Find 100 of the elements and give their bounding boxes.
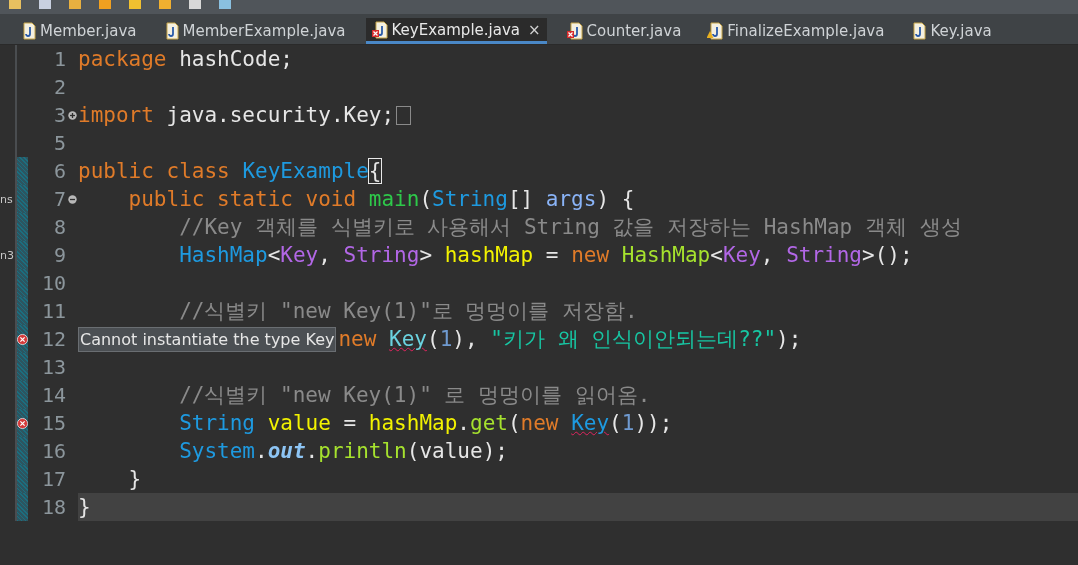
code-token: Key (389, 327, 427, 351)
code-token: "키가 왜 인식이안되는데??" (490, 326, 777, 353)
code-token: < (710, 243, 723, 267)
code-token: >(); (862, 243, 913, 267)
code-token: , (760, 243, 775, 267)
collapse-icon[interactable] (67, 194, 77, 204)
code-token: Key (722, 243, 761, 267)
code-token: println (318, 439, 407, 463)
editor-tab[interactable]: MemberExample.java (156, 18, 352, 44)
code-token: ( (507, 411, 521, 435)
code-token: //식별키 "new Key(1)"로 멍멍이를 저장함. (178, 298, 638, 325)
toolbar-tool-icon[interactable] (98, 0, 114, 10)
editor-tab[interactable]: Counter.java (560, 18, 688, 44)
code-token: = (342, 411, 358, 435)
toolbar-tool-icon[interactable] (8, 0, 24, 10)
toolbar-tool-icon[interactable] (158, 0, 174, 10)
code-token: String (178, 411, 256, 435)
code-token: get (470, 411, 508, 435)
line-number: 17 (40, 467, 66, 491)
code-token: HashMap (178, 243, 268, 267)
code-token: new (520, 411, 560, 435)
code-token: ) { (596, 187, 635, 211)
toolbar-tool-icon[interactable] (38, 0, 54, 10)
code-token: new (338, 327, 378, 351)
code-token: package (78, 47, 168, 71)
code-token: new (571, 243, 611, 267)
code-token: hashMap (368, 411, 458, 435)
code-token: String (343, 243, 420, 267)
code-token: KeyExample (242, 159, 369, 183)
code-token: (value); (406, 439, 508, 463)
line-number: 3 (52, 103, 66, 127)
editor-tab[interactable]: Member.java (14, 18, 143, 44)
java-file-error-icon (566, 22, 583, 40)
line-number: 16 (40, 439, 66, 463)
code-token: public static void (127, 187, 358, 211)
code-token: < (267, 243, 281, 267)
code-token: ), (452, 327, 479, 351)
code-token: . (457, 411, 470, 435)
code-token: HashMap (621, 243, 711, 267)
code-token: , (318, 243, 332, 267)
toolbar-tool-icon[interactable] (188, 0, 204, 10)
code-token: [] (507, 187, 535, 211)
code-token: hashCode; (179, 47, 293, 71)
toolbar-tool-icon[interactable] (218, 0, 234, 10)
line-number: 12 (40, 327, 66, 351)
line-number: 7 (52, 187, 66, 211)
toolbar-tool-icon[interactable] (128, 0, 144, 10)
code-token: 1 (439, 327, 453, 351)
editor-tab[interactable]: FinalizeExample.java (701, 18, 891, 44)
line-number: 5 (52, 131, 66, 155)
java-file-error-icon (371, 20, 388, 39)
code-token: System (178, 439, 255, 463)
code-token: = (544, 243, 560, 267)
code-token: > (419, 243, 434, 267)
code-token: String (432, 187, 508, 211)
toolbar-tool-icon[interactable] (68, 0, 84, 10)
code-token: //Key 객체를 식별키로 사용해서 String 값을 저장하는 HashMap 객체 생성 (178, 214, 962, 241)
panel-text: ns (0, 192, 13, 206)
code-token: out (267, 439, 306, 463)
code-token: ( (419, 187, 433, 211)
line-number: 10 (40, 271, 66, 295)
code-token: ); (776, 327, 802, 351)
code-token: args (545, 187, 597, 211)
code-token: //식별키 "new Key(1)" 로 멍멍이를 읽어옴. (178, 382, 651, 409)
code-token: ( (609, 411, 622, 435)
expand-icon[interactable] (67, 110, 77, 120)
code-token: ( (426, 327, 440, 351)
editor-tab[interactable]: KeyExample.java × (365, 18, 547, 44)
line-number: 15 (40, 411, 66, 435)
panel-text: n3 (0, 248, 14, 262)
code-token: import (78, 103, 155, 127)
code-token: 1 (621, 411, 635, 435)
line-number: 18 (40, 495, 66, 519)
java-file-icon (20, 22, 36, 40)
line-number: 9 (52, 243, 66, 267)
code-token: Key (571, 411, 610, 435)
error-tooltip: Cannot instantiate the type Key (78, 326, 337, 352)
code-token: } (127, 467, 142, 491)
code-token: hashMap (444, 243, 534, 267)
editor-tab[interactable]: Key.java (904, 18, 998, 44)
code-token: )); (634, 411, 673, 435)
line-number: 13 (40, 355, 66, 379)
line-number: 1 (52, 47, 66, 71)
folded-code-icon[interactable] (396, 105, 412, 125)
code-token: String (786, 243, 862, 267)
code-token: Key (280, 243, 319, 267)
line-number: 8 (52, 215, 66, 239)
code-token: main (368, 187, 420, 211)
java-file-icon (910, 22, 927, 40)
code-token: . (255, 439, 268, 463)
line-number: 14 (40, 383, 66, 407)
line-number: 2 (52, 75, 66, 99)
line-number: 6 (52, 159, 66, 183)
code-token: java.security.Key; (166, 103, 395, 127)
close-icon[interactable]: × (528, 20, 541, 39)
code-token: { (368, 159, 382, 183)
code-token: . (305, 439, 319, 463)
line-number: 11 (40, 299, 66, 323)
code-token: public class (78, 159, 231, 183)
code-token: value (267, 411, 331, 435)
